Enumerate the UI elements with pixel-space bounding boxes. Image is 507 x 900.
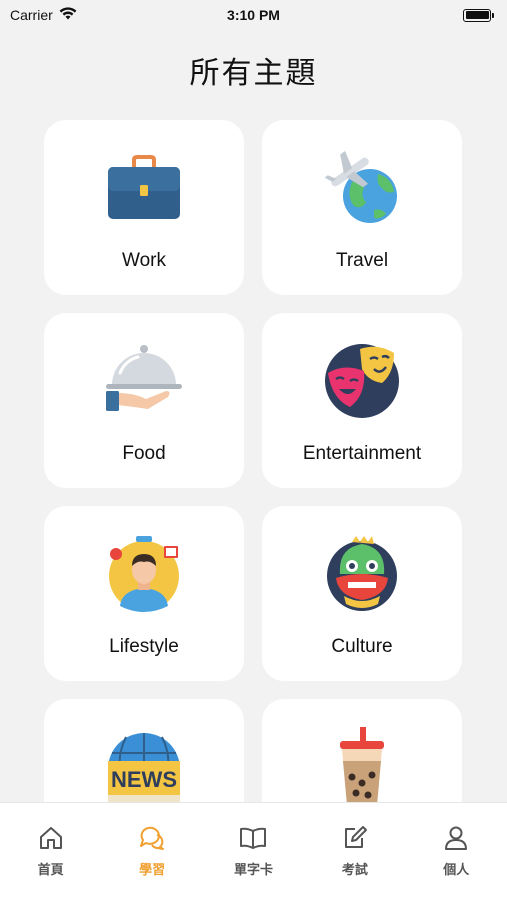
person-lifestyle-icon xyxy=(104,534,184,614)
topic-label: Travel xyxy=(335,250,389,271)
battery-icon xyxy=(463,8,494,22)
airplane-globe-icon xyxy=(322,148,402,228)
edit-icon xyxy=(340,823,370,853)
topic-grid: Work Travel Food Entertainment Lifestyle… xyxy=(44,120,464,874)
svg-text:NEWS: NEWS xyxy=(111,767,177,792)
tab-flashcards[interactable]: 單字卡 xyxy=(213,823,293,878)
tab-home[interactable]: 首頁 xyxy=(11,823,91,878)
topic-card-culture[interactable]: Culture xyxy=(262,506,462,681)
user-icon xyxy=(441,823,471,853)
tab-bar: 首頁 學習 單字卡 考試 個人 xyxy=(0,802,507,900)
status-left: Carrier xyxy=(10,7,77,23)
briefcase-icon xyxy=(104,148,184,228)
topic-label: Entertainment xyxy=(302,443,422,464)
chat-bubbles-icon xyxy=(137,823,167,853)
topic-card-entertainment[interactable]: Entertainment xyxy=(262,313,462,488)
home-icon xyxy=(36,823,66,853)
book-icon xyxy=(238,823,268,853)
carrier-label: Carrier xyxy=(10,7,53,23)
tab-label: 首頁 xyxy=(37,862,64,877)
tab-exam[interactable]: 考試 xyxy=(315,823,395,878)
news-globe-icon: NEWS xyxy=(104,727,184,807)
topic-card-travel[interactable]: Travel xyxy=(262,120,462,295)
tab-learn[interactable]: 學習 xyxy=(112,823,192,878)
topic-label: Culture xyxy=(331,636,393,657)
page-title: 所有主題 xyxy=(189,57,318,90)
status-bar: Carrier 3:10 PM xyxy=(0,0,507,30)
tab-label: 學習 xyxy=(139,862,166,877)
topic-card-lifestyle[interactable]: Lifestyle xyxy=(44,506,244,681)
tab-label: 個人 xyxy=(443,862,470,877)
topic-label: Food xyxy=(122,443,166,464)
tab-label: 考試 xyxy=(341,862,368,877)
topic-label: Work xyxy=(122,250,166,271)
topic-card-work[interactable]: Work xyxy=(44,120,244,295)
food-cloche-icon xyxy=(104,341,184,421)
tab-profile[interactable]: 個人 xyxy=(416,823,496,878)
lion-dance-icon xyxy=(322,534,402,614)
topic-label: Lifestyle xyxy=(109,636,179,657)
bubble-tea-icon xyxy=(322,727,402,807)
topic-card-food[interactable]: Food xyxy=(44,313,244,488)
theater-masks-icon xyxy=(322,341,402,421)
wifi-icon xyxy=(59,7,77,23)
tab-label: 單字卡 xyxy=(233,862,273,877)
